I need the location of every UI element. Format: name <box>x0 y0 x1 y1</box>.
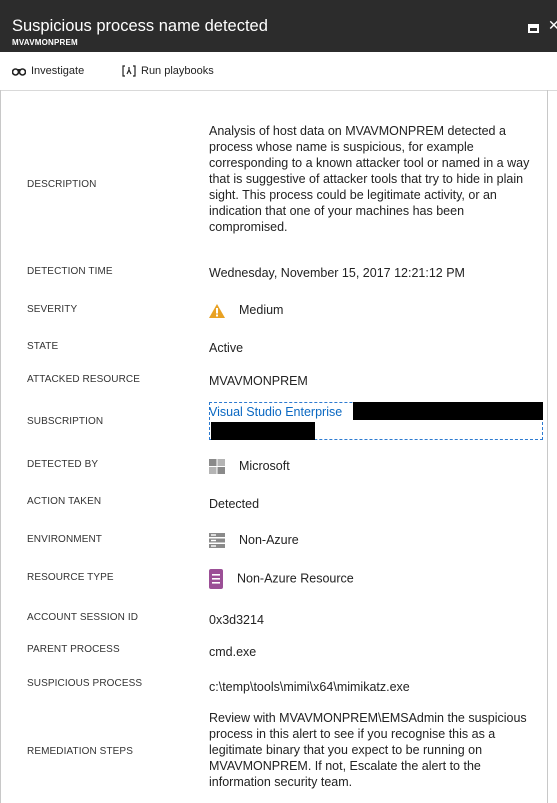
panel-left-border <box>0 90 1 803</box>
suspicious-process-value: c:\temp\tools\mimi\x64\mimikatz.exe <box>209 680 410 694</box>
blade-header: Suspicious process name detected MVAVMON… <box>0 0 557 52</box>
microsoft-logo-icon <box>209 459 225 475</box>
severity-value-row: Medium <box>209 302 283 318</box>
detection-time-value: Wednesday, November 15, 2017 12:21:12 PM <box>209 266 465 280</box>
maximize-icon[interactable] <box>528 24 539 33</box>
redaction-bar <box>353 402 543 420</box>
detected-by-label: DETECTED BY <box>27 459 99 470</box>
resource-type-value: Non-Azure Resource <box>237 571 354 586</box>
playbook-icon <box>122 65 136 77</box>
action-taken-label: ACTION TAKEN <box>27 496 102 507</box>
resource-icon <box>209 569 223 589</box>
detection-time-label: DETECTION TIME <box>27 266 113 277</box>
state-value: Active <box>209 341 244 355</box>
investigate-label: Investigate <box>31 65 85 77</box>
action-taken-value: Detected <box>209 497 260 511</box>
run-playbooks-button[interactable]: Run playbooks <box>122 65 214 77</box>
attacked-resource-label: ATTACKED RESOURCE <box>27 374 141 385</box>
panel-right-border <box>547 90 548 803</box>
close-icon[interactable]: ✕ <box>548 17 557 34</box>
environment-value: Non-Azure <box>239 533 299 547</box>
subscription-label: SUBSCRIPTION <box>27 416 104 427</box>
state-label: STATE <box>27 341 59 352</box>
remediation-steps-label: REMEDIATION STEPS <box>27 746 133 757</box>
subscription-link[interactable]: Visual Studio Enterprise <box>209 404 342 420</box>
resource-type-label: RESOURCE TYPE <box>27 572 114 583</box>
remediation-steps-value: Review with MVAVMONPREM\EMSAdmin the sus… <box>209 711 527 789</box>
detected-by-value-row: Microsoft <box>209 458 290 475</box>
blade-title: Suspicious process name detected <box>12 17 268 35</box>
suspicious-process-label: SUSPICIOUS PROCESS <box>27 678 143 689</box>
server-icon <box>209 533 225 549</box>
investigate-button[interactable]: Investigate <box>12 65 84 77</box>
resource-type-value-row: Non-Azure Resource <box>209 569 354 589</box>
severity-label: SEVERITY <box>27 304 78 315</box>
description-label: DESCRIPTION <box>27 179 97 190</box>
attacked-resource-value: MVAVMONPREM <box>209 374 308 388</box>
account-session-id-label: ACCOUNT SESSION ID <box>27 612 139 623</box>
description-value: Analysis of host data on MVAVMONPREM det… <box>209 124 530 234</box>
binoculars-icon <box>12 68 26 76</box>
parent-process-value: cmd.exe <box>209 645 257 659</box>
warning-icon <box>209 303 225 318</box>
command-bar: Investigate Run playbooks <box>0 52 557 91</box>
account-session-id-value: 0x3d3214 <box>209 613 264 627</box>
redaction-bar <box>211 422 315 440</box>
parent-process-label: PARENT PROCESS <box>27 644 120 655</box>
severity-value: Medium <box>239 303 284 317</box>
detected-by-value: Microsoft <box>239 459 290 473</box>
environment-label: ENVIRONMENT <box>27 534 102 545</box>
run-playbooks-label: Run playbooks <box>141 65 214 77</box>
blade-subtitle: MVAVMONPREM <box>12 38 78 47</box>
environment-value-row: Non-Azure <box>209 532 299 549</box>
